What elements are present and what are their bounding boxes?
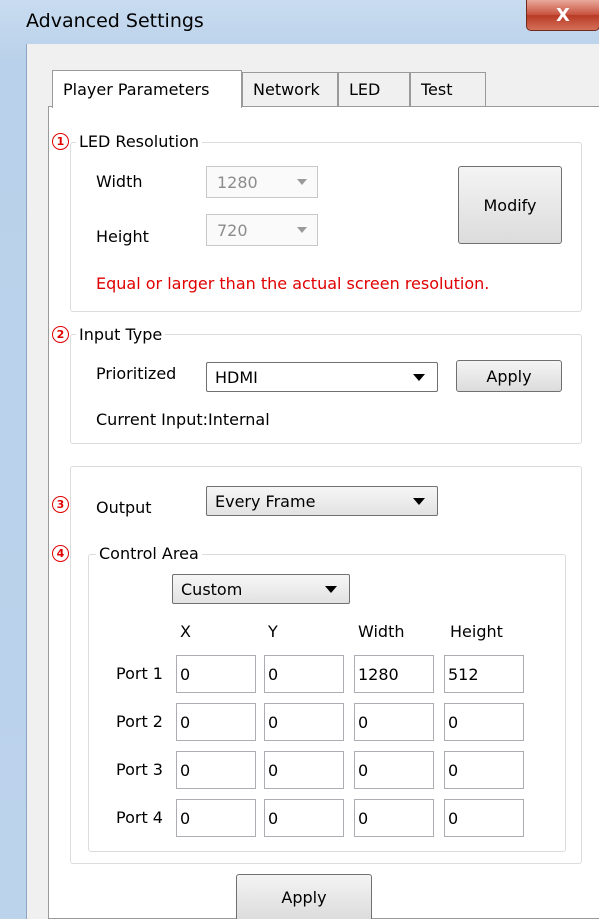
- tab-label: Test: [421, 80, 453, 99]
- port-x-input[interactable]: 0: [176, 655, 256, 693]
- prioritized-input-select[interactable]: HDMI: [206, 362, 438, 392]
- height-select[interactable]: 720: [206, 214, 318, 246]
- port-x-input[interactable]: 0: [176, 799, 256, 837]
- tab-label: LED: [349, 80, 381, 99]
- chevron-down-icon: [297, 179, 307, 185]
- port-height-input[interactable]: 0: [444, 751, 524, 789]
- port-height-input[interactable]: 0: [444, 799, 524, 837]
- apply-button-label: Apply: [281, 887, 327, 907]
- apply-button[interactable]: Apply: [236, 874, 372, 919]
- modify-button-label: Modify: [483, 195, 537, 215]
- port-width-input[interactable]: 0: [354, 703, 434, 741]
- chevron-down-icon: [325, 586, 337, 593]
- control-area-mode-value: Custom: [181, 579, 243, 599]
- close-icon: X: [556, 4, 570, 26]
- title-bar[interactable]: Advanced Settings: [0, 0, 599, 44]
- port-x-input[interactable]: 0: [176, 703, 256, 741]
- port-y-input[interactable]: 0: [264, 751, 344, 789]
- port-width-input[interactable]: 0: [354, 799, 434, 837]
- dialog-window: Advanced Settings X Player Parameters Ne…: [0, 0, 599, 919]
- input-apply-button[interactable]: Apply: [456, 360, 562, 392]
- port-width-input[interactable]: 1280: [354, 655, 434, 693]
- tab-label: Player Parameters: [63, 80, 210, 99]
- led-resolution-title: LED Resolution: [76, 132, 203, 151]
- port-width-input[interactable]: 0: [354, 751, 434, 789]
- port-height-input[interactable]: 512: [444, 655, 524, 693]
- chevron-down-icon: [413, 374, 425, 381]
- column-header-x: X: [180, 622, 191, 641]
- port-label: Port 2: [116, 712, 163, 731]
- prioritized-input-value: HDMI: [215, 367, 258, 387]
- tab-led[interactable]: LED: [338, 72, 410, 106]
- input-type-title: Input Type: [76, 325, 166, 344]
- output-mode-select[interactable]: Every Frame: [206, 486, 438, 516]
- port-y-input[interactable]: 0: [264, 655, 344, 693]
- port-label: Port 3: [116, 760, 163, 779]
- port-x-input[interactable]: 0: [176, 751, 256, 789]
- port-y-input[interactable]: 0: [264, 703, 344, 741]
- modify-button[interactable]: Modify: [458, 166, 562, 244]
- current-input-status: Current Input:Internal: [96, 410, 270, 429]
- tab-label: Network: [253, 80, 320, 99]
- height-label: Height: [96, 227, 149, 246]
- tab-network[interactable]: Network: [242, 72, 338, 106]
- chevron-down-icon: [297, 227, 307, 233]
- step-marker-4: 4: [52, 545, 69, 562]
- height-select-value: 720: [217, 220, 248, 240]
- step-marker-1: 1: [52, 133, 69, 150]
- resolution-warning: Equal or larger than the actual screen r…: [96, 274, 490, 293]
- chevron-down-icon: [413, 498, 425, 505]
- input-apply-label: Apply: [486, 366, 532, 386]
- port-label: Port 1: [116, 664, 163, 683]
- control-area-mode-select[interactable]: Custom: [172, 574, 350, 604]
- close-button[interactable]: X: [526, 0, 599, 31]
- column-header-height: Height: [450, 622, 503, 641]
- step-marker-3: 3: [52, 496, 69, 513]
- control-area-title: Control Area: [96, 544, 202, 563]
- port-y-input[interactable]: 0: [264, 799, 344, 837]
- window-title: Advanced Settings: [26, 10, 204, 32]
- column-header-width: Width: [358, 622, 405, 641]
- tab-player-parameters[interactable]: Player Parameters: [52, 70, 242, 108]
- output-label: Output: [96, 498, 152, 517]
- step-marker-2: 2: [52, 326, 69, 343]
- output-mode-value: Every Frame: [215, 491, 316, 511]
- port-height-input[interactable]: 0: [444, 703, 524, 741]
- width-select-value: 1280: [217, 172, 258, 192]
- width-label: Width: [96, 172, 143, 191]
- tab-test[interactable]: Test: [410, 72, 486, 106]
- column-header-y: Y: [268, 622, 278, 641]
- prioritized-label: Prioritized: [96, 364, 177, 383]
- port-label: Port 4: [116, 808, 163, 827]
- width-select[interactable]: 1280: [206, 166, 318, 198]
